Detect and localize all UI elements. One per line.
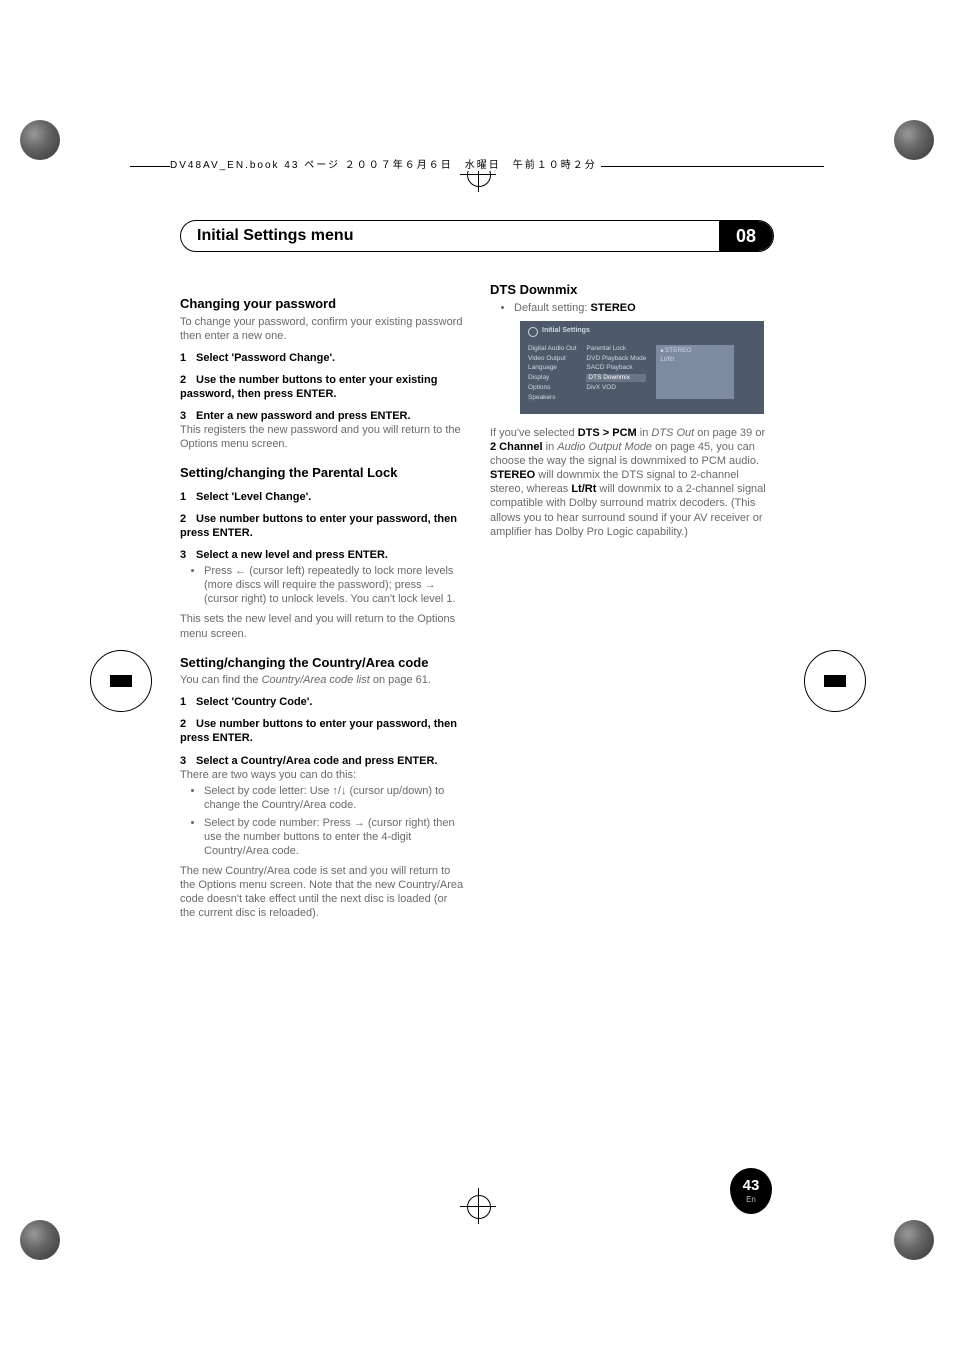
page-content: Initial Settings menu 08 Changing your p…	[180, 220, 774, 920]
step-1-country: 1Select 'Country Code'.	[180, 695, 464, 709]
country-bullet-1: Select by code letter: Use ↑/↓ (cursor u…	[204, 784, 464, 812]
panel-item: Options	[528, 384, 576, 392]
t: Audio Output Mode	[557, 441, 652, 453]
heading-change-password: Changing your password	[180, 296, 464, 313]
panel-item: Video Output	[528, 355, 576, 363]
dts-default-value: STEREO	[590, 302, 635, 314]
panel-col-2: Parental Lock DVD Playback Mode SACD Pla…	[586, 345, 646, 402]
page-number-badge: 43 En	[730, 1168, 772, 1214]
left-column: Changing your password To change your pa…	[180, 282, 464, 920]
dts-body: If you've selected DTS > PCM in DTS Out …	[490, 426, 774, 539]
step-2-country-text: Use number buttons to enter your passwor…	[180, 718, 457, 744]
parental-bullet: Press ← (cursor left) repeatedly to lock…	[204, 564, 464, 606]
step-3-country-text: Select a Country/Area code and press ENT…	[196, 755, 437, 767]
t: DTS > PCM	[578, 427, 637, 439]
step-3-parental: 3Select a new level and press ENTER.	[180, 548, 464, 562]
country-intro: You can find the Country/Area code list …	[180, 673, 464, 687]
parental-after: This sets the new level and you will ret…	[180, 612, 464, 640]
t: If you've selected	[490, 427, 578, 439]
corner-mark-icon	[894, 1220, 934, 1260]
panel-item: Speakers	[528, 394, 576, 402]
step-1-country-text: Select 'Country Code'.	[196, 696, 312, 708]
chapter-bar: Initial Settings menu 08	[180, 220, 774, 252]
heading-parental-lock: Setting/changing the Parental Lock	[180, 465, 464, 482]
t: 2 Channel	[490, 441, 543, 453]
heading-dts-downmix: DTS Downmix	[490, 282, 774, 299]
t: STEREO	[490, 469, 535, 481]
step-3-country: 3Select a Country/Area code and press EN…	[180, 754, 464, 768]
step-2-parental: 2Use number buttons to enter your passwo…	[180, 512, 464, 540]
change-password-intro: To change your password, confirm your ex…	[180, 315, 464, 343]
settings-panel-title: Initial Settings	[542, 327, 590, 336]
t: Lt/Rt	[571, 483, 596, 495]
step-3-password-body: This registers the new password and you …	[180, 423, 464, 451]
panel-item-selected: DTS Downmix	[586, 374, 646, 382]
panel-item: Parental Lock	[586, 345, 646, 353]
heading-country-code: Setting/changing the Country/Area code	[180, 655, 464, 672]
register-cross-icon	[460, 1188, 496, 1224]
t: on page 39 or	[694, 427, 765, 439]
panel-option: STEREO	[660, 347, 730, 355]
step-2-country: 2Use number buttons to enter your passwo…	[180, 717, 464, 745]
book-meta-line: DV48AV_EN.book 43 ページ ２００７年６月６日 水曜日 午前１０…	[170, 156, 601, 171]
dts-default: Default setting: STEREO	[514, 301, 774, 315]
country-intro-a: You can find the	[180, 674, 262, 686]
panel-option: Lt/Rt	[660, 356, 730, 364]
gear-icon	[528, 327, 538, 337]
settings-panel-header: Initial Settings	[528, 327, 756, 337]
step-3-password: 3Enter a new password and press ENTER.	[180, 409, 464, 423]
t: in	[543, 441, 558, 453]
step-1-password-text: Select 'Password Change'.	[196, 352, 335, 364]
panel-col-1: Digital Audio Out Video Output Language …	[528, 345, 576, 402]
country-after: There are two ways you can do this:	[180, 768, 464, 782]
settings-panel: Initial Settings Digital Audio Out Video…	[520, 321, 764, 414]
dts-default-label: Default setting:	[514, 302, 590, 314]
country-final: The new Country/Area code is set and you…	[180, 864, 464, 920]
step-2-password: 2Use the number buttons to enter your ex…	[180, 373, 464, 401]
side-register-icon	[80, 640, 160, 720]
t: in	[637, 427, 652, 439]
panel-item: Language	[528, 364, 576, 372]
step-1-parental: 1Select 'Level Change'.	[180, 490, 464, 504]
corner-mark-icon	[894, 120, 934, 160]
step-1-password: 1Select 'Password Change'.	[180, 351, 464, 365]
step-3-parental-text: Select a new level and press ENTER.	[196, 549, 388, 561]
panel-item: Digital Audio Out	[528, 345, 576, 353]
page-number: 43	[743, 1178, 760, 1193]
panel-item: DVD Playback Mode	[586, 355, 646, 363]
panel-col-3: STEREO Lt/Rt	[656, 345, 734, 399]
side-register-icon	[794, 640, 874, 720]
t: DTS Out	[651, 427, 694, 439]
chapter-title: Initial Settings menu	[181, 221, 719, 251]
step-2-password-text: Use the number buttons to enter your exi…	[180, 374, 437, 400]
step-1-parental-text: Select 'Level Change'.	[196, 491, 311, 503]
step-3-password-text: Enter a new password and press ENTER.	[196, 410, 411, 422]
country-intro-b: on page 61.	[370, 674, 431, 686]
chapter-number: 08	[719, 221, 773, 251]
page-lang: En	[746, 1195, 756, 1204]
corner-mark-icon	[20, 120, 60, 160]
panel-item: SACD Playback	[586, 364, 646, 372]
panel-item: Display	[528, 374, 576, 382]
country-bullet-2: Select by code number: Press → (cursor r…	[204, 816, 464, 858]
country-intro-italic: Country/Area code list	[262, 674, 370, 686]
panel-item: DivX VOD	[586, 384, 646, 392]
step-2-parental-text: Use number buttons to enter your passwor…	[180, 513, 457, 539]
corner-mark-icon	[20, 1220, 60, 1260]
right-column: DTS Downmix Default setting: STEREO Init…	[490, 282, 774, 920]
